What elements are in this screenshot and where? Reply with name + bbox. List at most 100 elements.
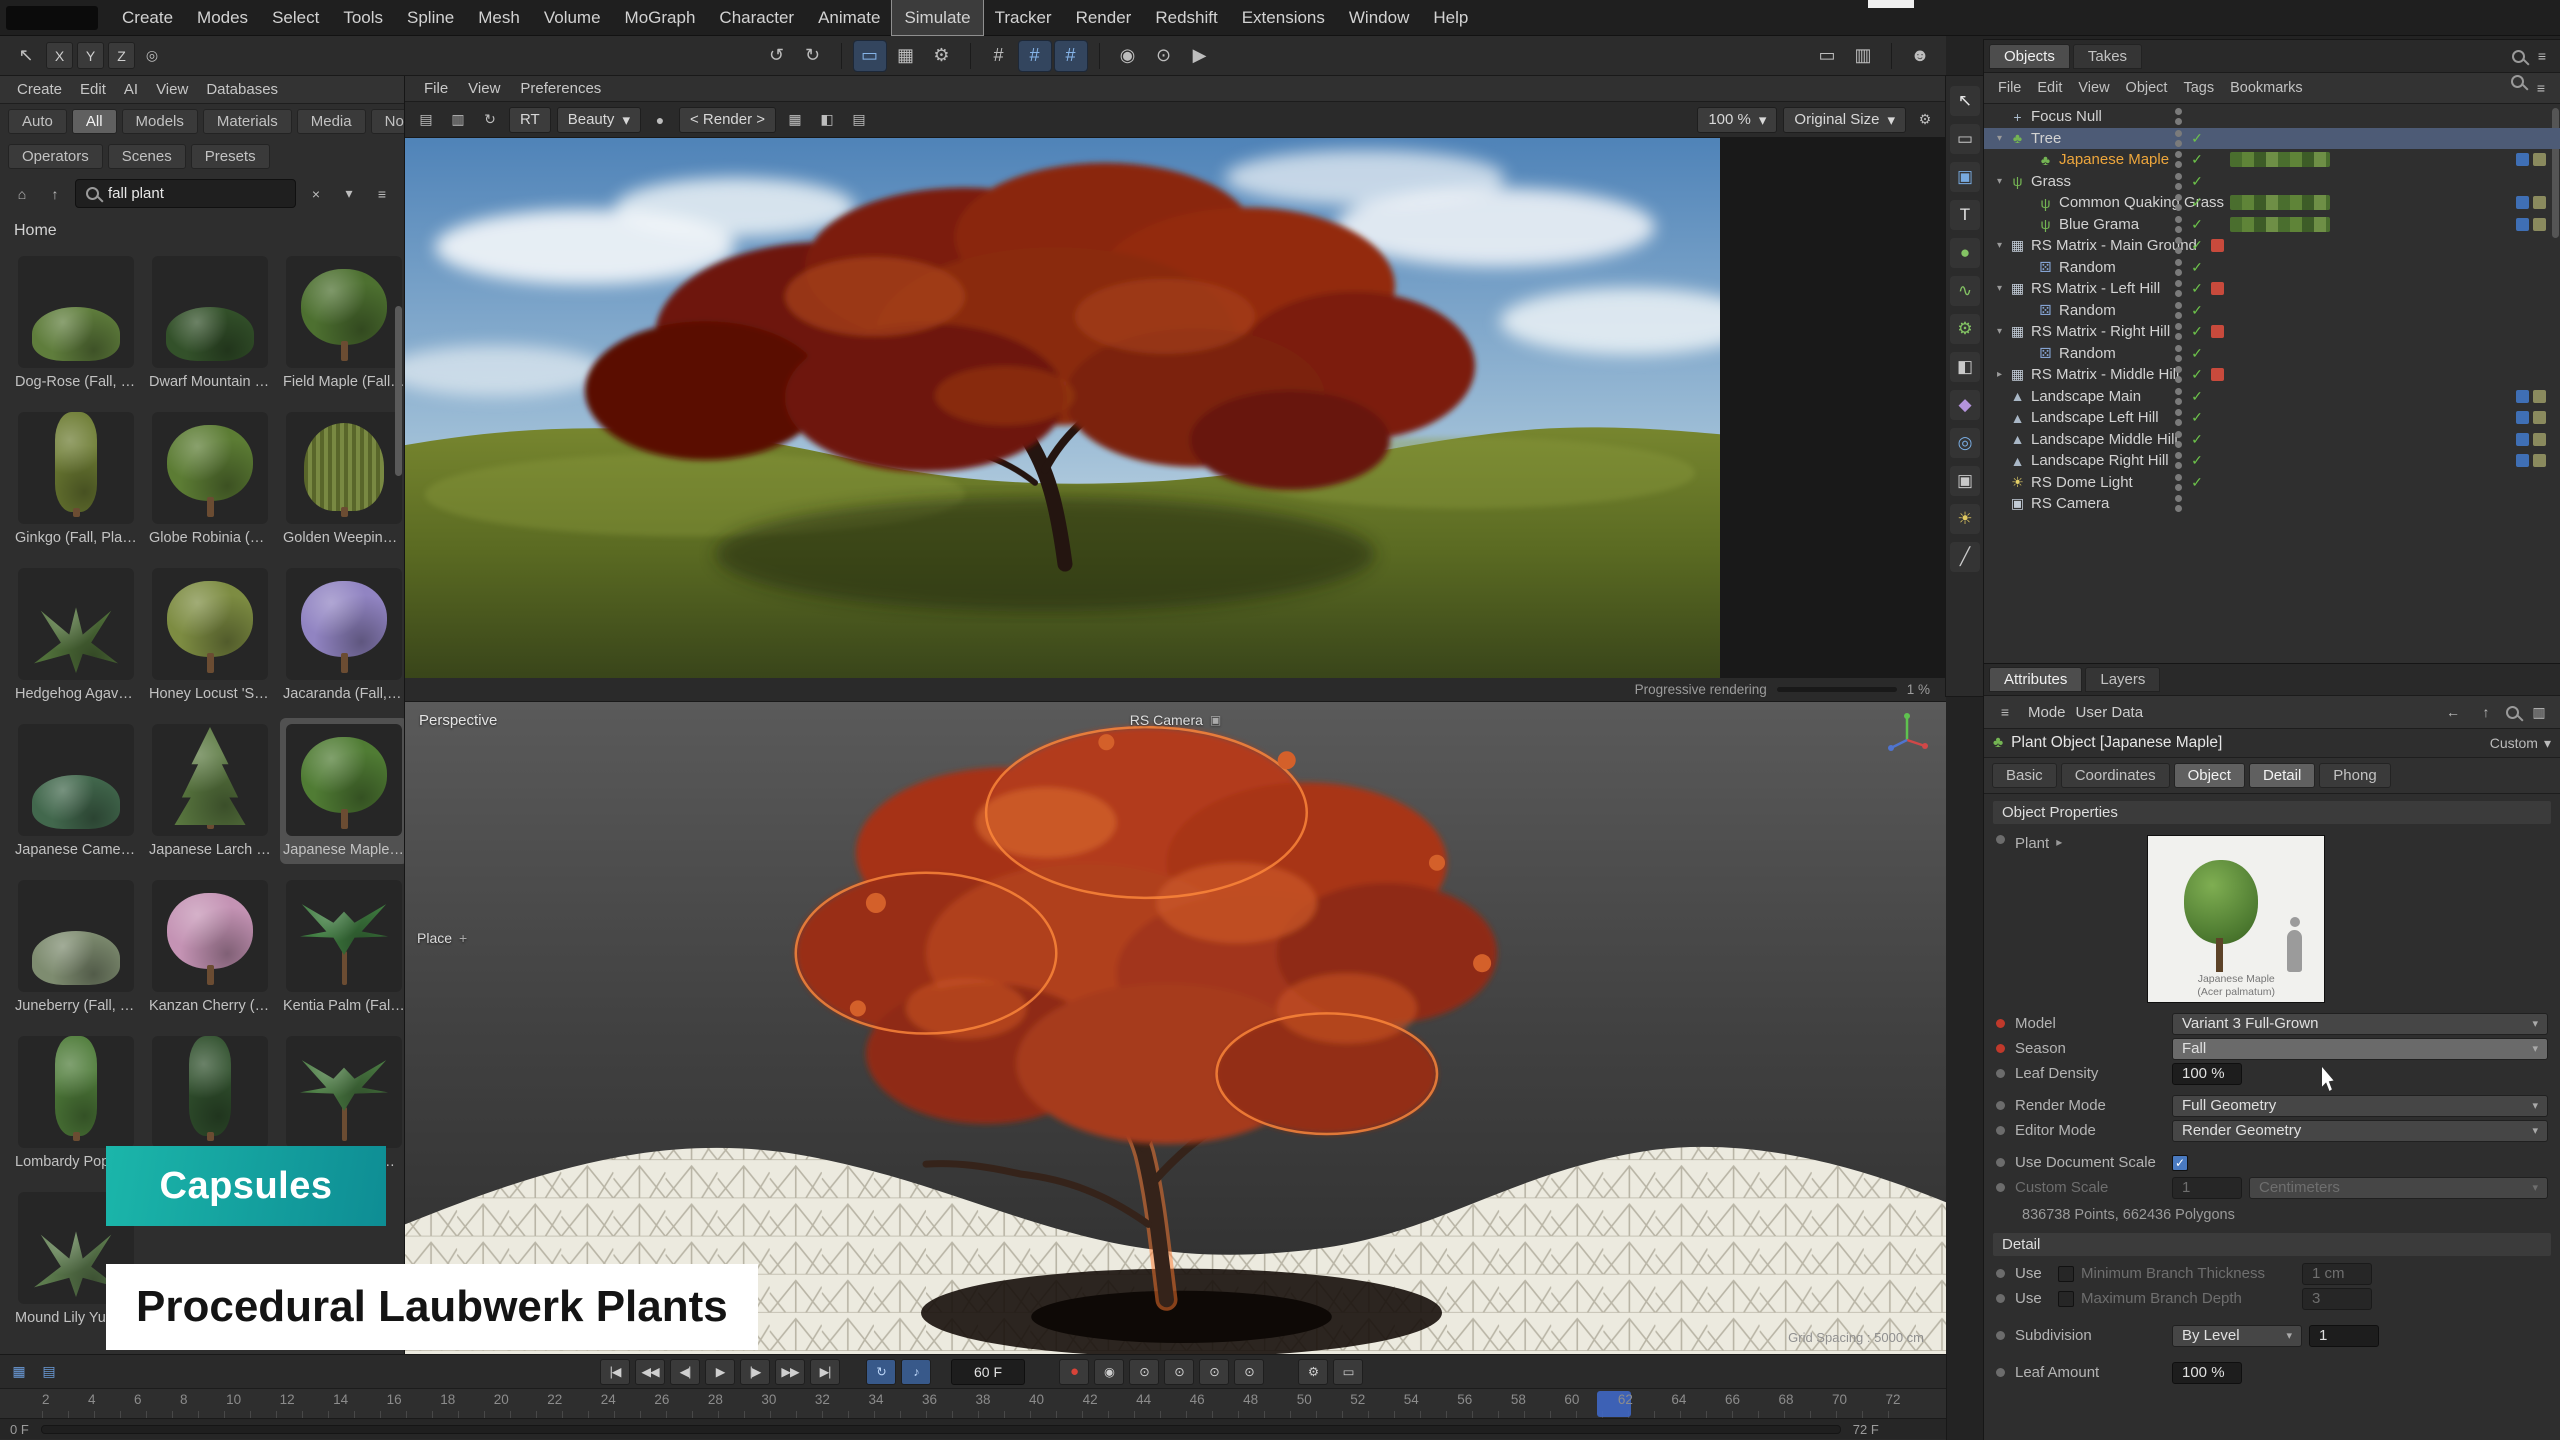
redshift-tag-icon[interactable]: [2211, 239, 2224, 252]
redshift-tag-icon[interactable]: [2211, 261, 2224, 274]
undo-icon[interactable]: ↺: [761, 41, 793, 71]
redshift-tag-icon[interactable]: [2211, 476, 2224, 489]
magnet-icon[interactable]: ◉: [1112, 41, 1144, 71]
visibility-dots[interactable]: [2174, 108, 2183, 125]
expand-caret-icon[interactable]: ▾: [1992, 176, 2007, 187]
object-row[interactable]: ▸ ▦ RS Matrix - Middle Hill ✓: [1984, 364, 2560, 386]
go-to-start-button[interactable]: |◀: [600, 1359, 630, 1385]
viewport-camera-label[interactable]: RS Camera ▣: [1130, 712, 1221, 728]
panel-tab[interactable]: Attributes: [1989, 667, 2082, 692]
tag-icons[interactable]: [2516, 454, 2546, 467]
key-scale-button[interactable]: ⊙: [1199, 1359, 1229, 1385]
enabled-check-icon[interactable]: ✓: [2189, 345, 2205, 362]
snapshot-icon[interactable]: ▤: [413, 107, 439, 133]
visibility-dots[interactable]: [2174, 345, 2183, 362]
attribute-tab[interactable]: Coordinates: [2061, 763, 2170, 788]
param-dot[interactable]: [1996, 1331, 2005, 1340]
asset-tab[interactable]: Models: [122, 109, 198, 134]
object-row[interactable]: + Focus Null: [1984, 106, 2560, 128]
playback-rate-button[interactable]: ⚙: [1298, 1359, 1328, 1385]
browser-burger-icon[interactable]: ≡: [369, 181, 395, 207]
side-tool-icon[interactable]: ◧: [1950, 352, 1980, 382]
menu-item[interactable]: Volume: [532, 0, 613, 35]
coordinate-system-icon[interactable]: ◎: [139, 43, 165, 69]
visibility-dots[interactable]: [2174, 452, 2183, 469]
side-tool-icon[interactable]: ∿: [1950, 276, 1980, 306]
enabled-check-icon[interactable]: ✓: [2189, 474, 2205, 491]
enabled-check-icon[interactable]: ✓: [2189, 302, 2205, 319]
panel-tab[interactable]: Layers: [2085, 667, 2160, 692]
side-tool-icon[interactable]: ▭: [1950, 124, 1980, 154]
lock-region-icon[interactable]: ◧: [814, 107, 840, 133]
visibility-dots[interactable]: [2174, 130, 2183, 147]
object-menu-item[interactable]: Edit: [2029, 79, 2070, 97]
panel-burger-icon[interactable]: ≡: [2529, 43, 2555, 69]
object-row[interactable]: ▲ Landscape Left Hill ✓: [1984, 407, 2560, 429]
asset-plant-item[interactable]: Jacaranda (Fall, Plant): [280, 562, 405, 708]
tag-icons[interactable]: [2516, 153, 2546, 166]
visibility-dots[interactable]: [2174, 280, 2183, 297]
custom-dropdown[interactable]: Custom: [2490, 735, 2538, 751]
tag-icons[interactable]: [2516, 411, 2546, 424]
quantize-icon[interactable]: #: [1055, 41, 1087, 71]
param-dot[interactable]: [1996, 1158, 2005, 1167]
menu-item[interactable]: Mesh: [466, 0, 532, 35]
asset-menu-item[interactable]: AI: [115, 81, 147, 98]
object-row[interactable]: ▲ Landscape Main ✓: [1984, 386, 2560, 408]
layout-monitor-icon[interactable]: ▭: [1811, 41, 1843, 71]
enabled-check-icon[interactable]: ✓: [2189, 151, 2205, 168]
previous-frame-button[interactable]: ◀|: [670, 1359, 700, 1385]
object-menu-item[interactable]: File: [1990, 79, 2029, 97]
filter-burger-icon[interactable]: ≡: [2528, 75, 2554, 101]
visibility-dots[interactable]: [2174, 409, 2183, 426]
attribute-tab[interactable]: Phong: [2319, 763, 2390, 788]
range-slider[interactable]: [41, 1425, 1841, 1434]
menu-item[interactable]: Spline: [395, 0, 466, 35]
menu-item[interactable]: MoGraph: [613, 0, 708, 35]
redshift-tag-icon[interactable]: [2211, 282, 2224, 295]
asset-plant-item[interactable]: Japanese Larch (Fall, ...: [146, 718, 274, 864]
asset-plant-item[interactable]: Japanese Camellia (Fal...: [12, 718, 140, 864]
asset-plant-item[interactable]: Ginkgo (Fall, Plant): [12, 406, 140, 552]
asset-plant-item[interactable]: Golden Weeping Willo...: [280, 406, 405, 552]
object-row[interactable]: ▾ ♣ Tree ✓: [1984, 128, 2560, 150]
enabled-check-icon[interactable]: ✓: [2189, 409, 2205, 426]
render-settings-icon[interactable]: ⚙: [926, 41, 958, 71]
asset-plant-item[interactable]: Japanese Maple (Fall, ...: [280, 718, 405, 864]
object-menu-item[interactable]: Bookmarks: [2222, 79, 2311, 97]
redshift-tag-icon[interactable]: [2211, 411, 2224, 424]
visibility-dots[interactable]: [2174, 388, 2183, 405]
compare-icon[interactable]: ▥: [445, 107, 471, 133]
aov-icon[interactable]: ●: [647, 107, 673, 133]
filter-icon[interactable]: ▾: [336, 181, 362, 207]
menu-item[interactable]: Create: [110, 0, 185, 35]
timeline-ruler[interactable]: 2468101214161820222426283032343638404244…: [0, 1388, 1946, 1418]
menu-item[interactable]: Character: [707, 0, 806, 35]
subdivision-mode-dropdown[interactable]: By Level ▾: [2172, 1325, 2302, 1347]
renderview-menu-item[interactable]: View: [459, 80, 509, 97]
attribute-tab[interactable]: Basic: [1992, 763, 2057, 788]
axis-lock-x[interactable]: X: [46, 42, 73, 69]
hud-toggle-button[interactable]: ▭: [1333, 1359, 1363, 1385]
asset-plant-item[interactable]: Globe Robinia (Fall, Pl...: [146, 406, 274, 552]
keyframe-selection-button[interactable]: ⊙: [1129, 1359, 1159, 1385]
visibility-dots[interactable]: [2174, 366, 2183, 383]
redshift-tag-icon[interactable]: [2211, 497, 2224, 510]
material-swatches[interactable]: [2230, 217, 2330, 232]
menu-item[interactable]: Extensions: [1230, 0, 1337, 35]
plant-preview-thumbnail[interactable]: Japanese Maple (Acer palmatum): [2147, 835, 2325, 1003]
menu-item[interactable]: Tracker: [983, 0, 1064, 35]
subdivision-field[interactable]: 1: [2309, 1325, 2379, 1347]
visibility-dots[interactable]: [2174, 323, 2183, 340]
object-row[interactable]: ▲ Landscape Right Hill ✓: [1984, 450, 2560, 472]
side-tool-icon[interactable]: ⚙: [1950, 314, 1980, 344]
enabled-check-icon[interactable]: ✓: [2189, 280, 2205, 297]
menu-item[interactable]: Select: [260, 0, 331, 35]
asset-plant-item[interactable]: Field Maple (Fall, Plant): [280, 250, 405, 396]
redshift-tag-icon[interactable]: [2211, 196, 2224, 209]
burger-icon[interactable]: ≡: [1992, 699, 2018, 725]
redshift-tag-icon[interactable]: [2211, 390, 2224, 403]
visibility-dots[interactable]: [2174, 474, 2183, 491]
asset-plant-item[interactable]: Dwarf Mountain Pine (...: [146, 250, 274, 396]
clear-search-icon[interactable]: ×: [303, 181, 329, 207]
